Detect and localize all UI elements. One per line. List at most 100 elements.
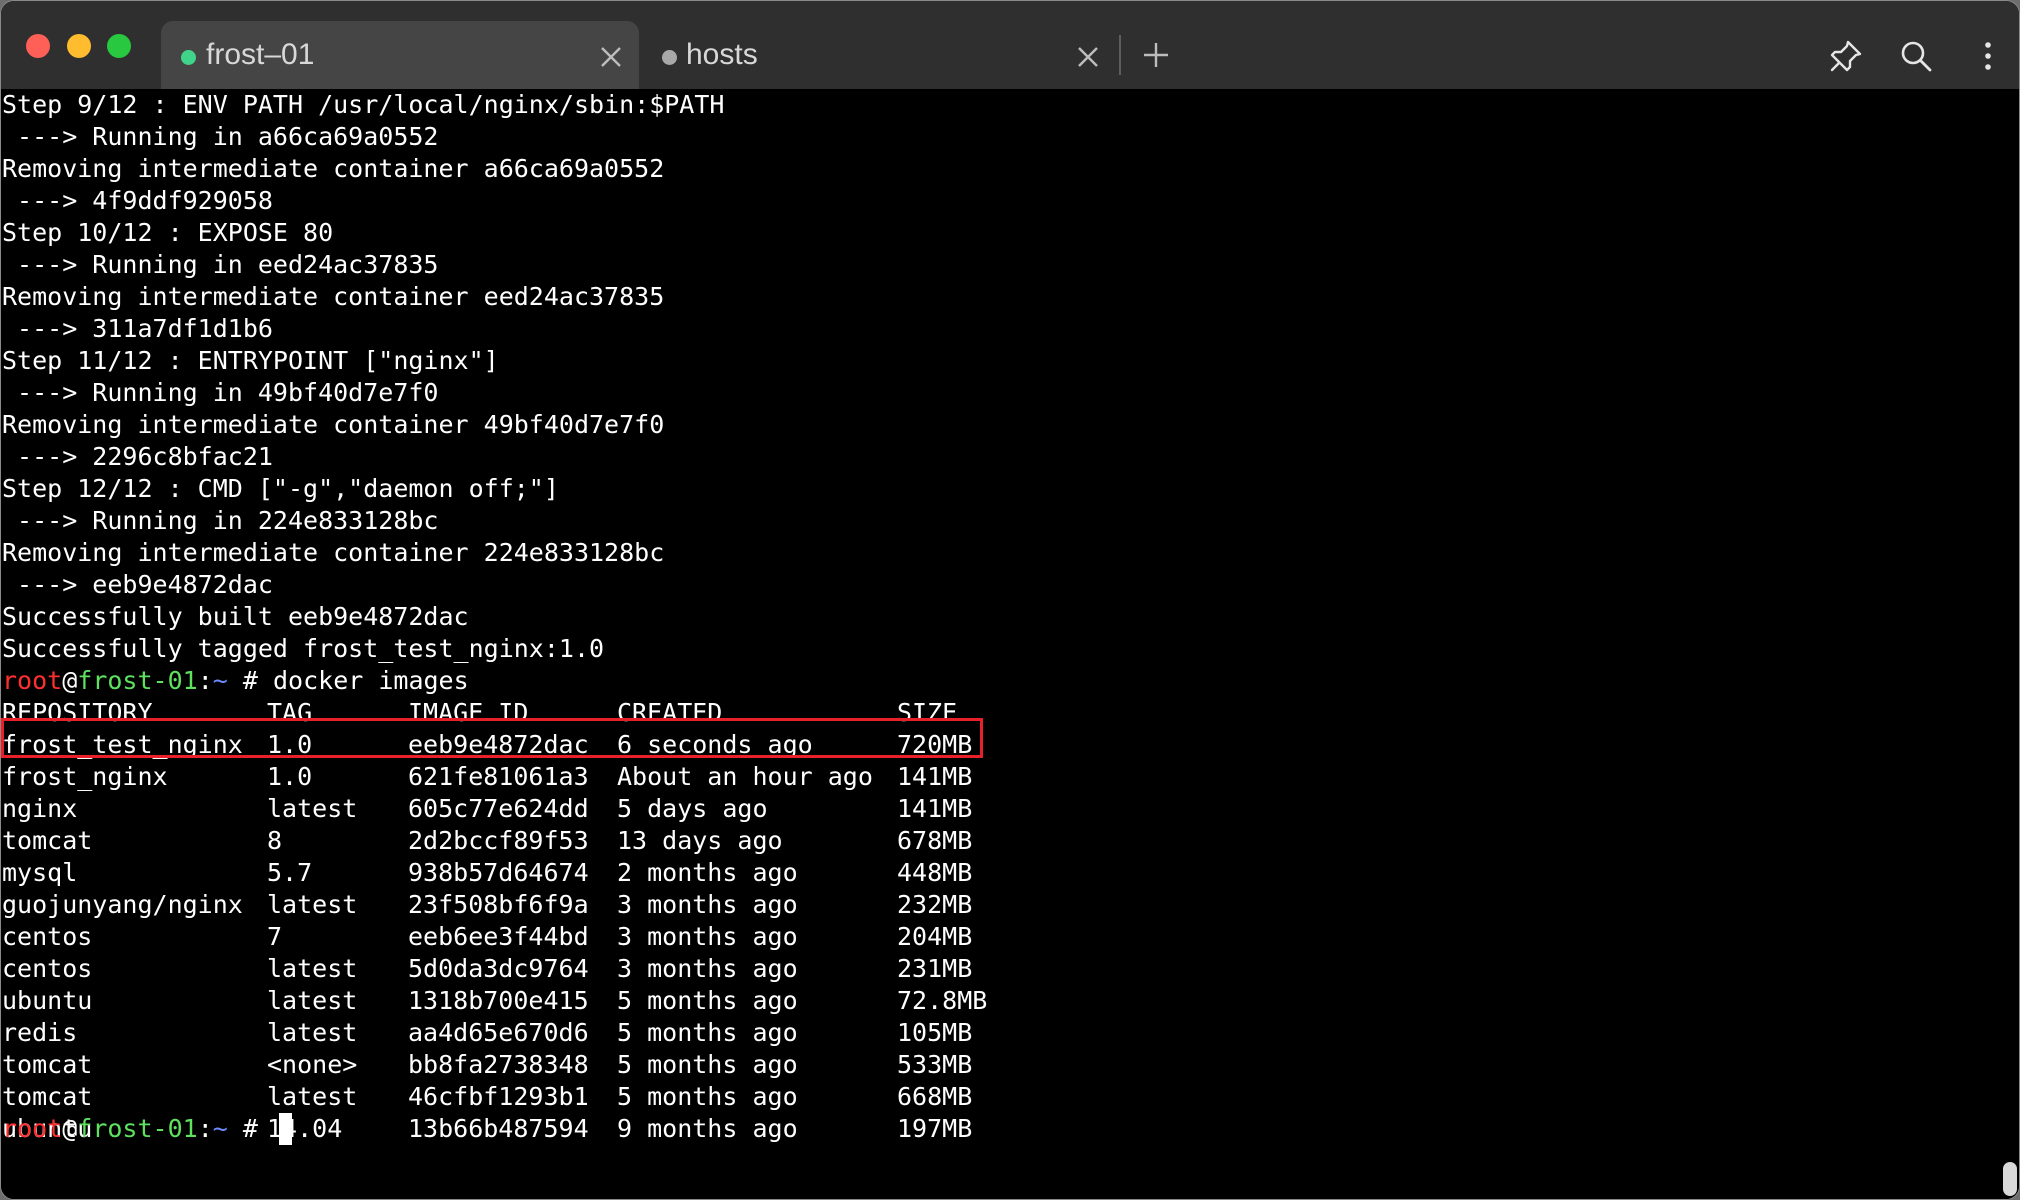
output-line: ---> 2296c8bfac21 (2, 442, 273, 471)
cell-created: 9 months ago (617, 1114, 798, 1143)
tab-divider (1119, 35, 1121, 75)
cell-created: About an hour ago (617, 762, 873, 791)
cell-image-id: 621fe81061a3 (408, 762, 589, 791)
output-line: ---> 311a7df1d1b6 (2, 314, 273, 343)
cell-image-id: 1318b700e415 (408, 986, 589, 1015)
table-row: frost_nginx 1.0 621fe81061a3 About an hour … (2, 761, 972, 793)
cell-created: 5 months ago (617, 1018, 798, 1047)
cell-tag: latest (267, 794, 358, 823)
cell-repository: redis (2, 1018, 78, 1047)
minimize-window-button[interactable] (67, 34, 91, 58)
cell-repository: tomcat (2, 826, 93, 855)
cell-tag: latest (267, 1082, 358, 1111)
cell-tag: latest (267, 954, 358, 983)
cell-size: 533MB (897, 1050, 973, 1079)
prompt-colon: : (197, 666, 213, 695)
tab-label: frost–01 (206, 38, 315, 71)
new-tab-plus-icon[interactable] (1142, 41, 1170, 69)
table-row: centos latest 5d0da3dc9764 3 months ago 231M… (2, 953, 972, 985)
output-line: Removing intermediate container 49bf40d7… (2, 410, 665, 439)
connection-status-dot-icon (662, 50, 677, 65)
table-row: tomcat latest 46cfbf1293b1 5 months ago 668M… (2, 1081, 972, 1113)
cell-tag: latest (267, 986, 358, 1015)
output-line: Step 11/12 : ENTRYPOINT ["nginx"] (2, 346, 499, 375)
prompt-user: root (2, 666, 63, 695)
output-line: Removing intermediate container a66ca69a… (2, 154, 665, 183)
cell-created: 2 months ago (617, 858, 798, 887)
text-cursor (278, 1113, 292, 1145)
cell-image-id: aa4d65e670d6 (408, 1018, 589, 1047)
zoom-window-button[interactable] (107, 34, 131, 58)
cell-created: 3 months ago (617, 890, 798, 919)
search-icon[interactable] (1899, 39, 1933, 73)
output-line: Successfully built eeb9e4872dac (2, 602, 469, 631)
cell-tag: latest (267, 890, 358, 919)
cell-image-id: bb8fa2738348 (408, 1050, 589, 1079)
cell-tag: latest (267, 1018, 358, 1047)
cell-size: 105MB (897, 1018, 973, 1047)
highlight-box (1, 718, 983, 758)
cell-image-id: 46cfbf1293b1 (408, 1082, 589, 1111)
cell-created: 5 months ago (617, 986, 798, 1015)
active-prompt-line[interactable]: root@frost-01:~ # (2, 1113, 292, 1145)
close-window-button[interactable] (26, 34, 50, 58)
cell-tag: 1.0 (267, 762, 313, 791)
cell-size: 448MB (897, 858, 973, 887)
prompt-symbol: # (227, 666, 273, 695)
cell-created: 3 months ago (617, 954, 798, 983)
prompt-user: root (2, 1114, 63, 1143)
prompt-symbol: # (227, 1114, 273, 1143)
title-bar: frost–01 hosts (1, 1, 2019, 89)
cell-size: 141MB (897, 762, 973, 791)
prompt-path: ~ (212, 1114, 228, 1143)
output-line: ---> Running in eed24ac37835 (2, 250, 439, 279)
cell-image-id: 938b57d64674 (408, 858, 589, 887)
cell-image-id: eeb6ee3f44bd (408, 922, 589, 951)
cell-image-id: 13b66b487594 (408, 1114, 589, 1143)
cell-created: 5 months ago (617, 1082, 798, 1111)
more-vertical-icon[interactable] (1971, 39, 2005, 73)
cell-repository: centos (2, 922, 93, 951)
close-tab-icon[interactable] (1076, 45, 1100, 69)
cell-tag: 8 (267, 826, 283, 855)
pin-icon[interactable] (1829, 39, 1863, 73)
docker-images-table: REPOSITORY TAG IMAGE ID CREATED SIZE fro… (2, 697, 987, 1145)
prompt-at: @ (62, 666, 78, 695)
terminal-output[interactable]: Step 9/12 : ENV PATH /usr/local/nginx/sb… (1, 89, 2019, 1199)
table-row: tomcat 8 2d2bccf89f53 13 days ago 678MB (2, 825, 972, 857)
prompt-host: frost-01 (77, 666, 198, 695)
cell-size: 678MB (897, 826, 973, 855)
cell-tag: 7 (267, 922, 283, 951)
cell-size: 232MB (897, 890, 973, 919)
cell-image-id: 605c77e624dd (408, 794, 589, 823)
prompt-host: frost-01 (77, 1114, 198, 1143)
cell-repository: tomcat (2, 1050, 93, 1079)
build-output: Step 9/12 : ENV PATH /usr/local/nginx/sb… (2, 89, 724, 665)
output-line: Step 9/12 : ENV PATH /usr/local/nginx/sb… (2, 90, 725, 119)
output-line: Removing intermediate container eed24ac3… (2, 282, 665, 311)
cell-created: 13 days ago (617, 826, 783, 855)
cell-image-id: 5d0da3dc9764 (408, 954, 589, 983)
output-line: ---> 4f9ddf929058 (2, 186, 273, 215)
output-line: ---> Running in 224e833128bc (2, 506, 439, 535)
cell-repository: guojunyang/nginx (2, 890, 243, 919)
cell-image-id: 2d2bccf89f53 (408, 826, 589, 855)
table-row: tomcat <none> bb8fa2738348 5 months ago 533M… (2, 1049, 972, 1081)
terminal-window: frost–01 hosts Step 9/12: ENV PATH /usr… (0, 0, 2020, 1200)
cell-size: 197MB (897, 1114, 973, 1143)
cell-repository: ubuntu (2, 986, 93, 1015)
table-row: guojunyang/nginx latest 23f508bf6f9a 3 mont… (2, 889, 972, 921)
output-line: ---> Running in 49bf40d7e7f0 (2, 378, 439, 407)
output-line: Removing intermediate container 224e8331… (2, 538, 665, 567)
cell-repository: nginx (2, 794, 78, 823)
scrollbar-thumb[interactable] (2003, 1162, 2017, 1196)
table-row: mysql 5.7 938b57d64674 2 months ago 448MB (2, 857, 972, 889)
prompt-at: @ (62, 1114, 78, 1143)
table-row: ubuntu latest 1318b700e415 5 months ago 72.8… (2, 985, 987, 1017)
tab-hosts[interactable]: hosts (641, 21, 1106, 89)
close-tab-icon[interactable] (599, 45, 623, 69)
table-row: redis latest aa4d65e670d6 5 months ago 105MB (2, 1017, 972, 1049)
tab-frost-01[interactable]: frost–01 (161, 21, 639, 89)
cell-tag: <none> (267, 1050, 358, 1079)
cell-size: 141MB (897, 794, 973, 823)
